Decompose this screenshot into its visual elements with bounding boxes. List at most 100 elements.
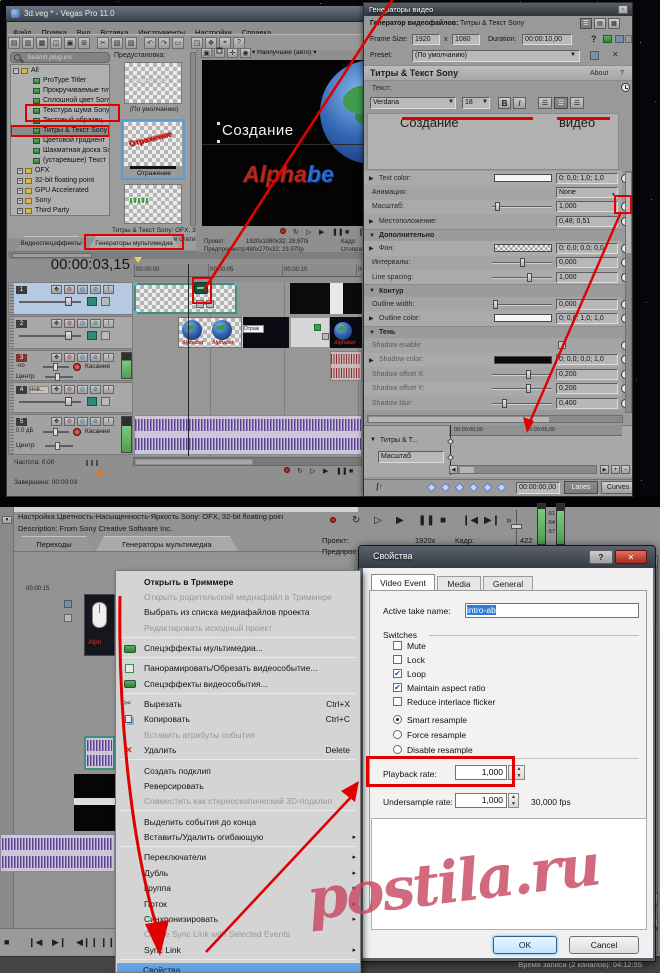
clip-fx-icon[interactable] [314,324,321,331]
record-button[interactable] [330,514,336,527]
menu-item[interactable]: Совместить как стереоскопический 3D-подк… [118,794,360,809]
property-row[interactable]: Масштаб:1,000 [364,200,622,214]
property-row[interactable]: Shadow enable: [364,338,622,352]
property-value-box[interactable]: 0; 0,0; 0,0; 1,0 [556,354,618,365]
track-compose-icon[interactable] [87,297,97,306]
play-all-button[interactable]: ▷ [374,514,382,527]
tree-expander[interactable]: + [17,198,23,204]
track-button[interactable]: ✥ [51,285,62,294]
timeline-ruler[interactable]: 00:00:0000:00:0500:00:1000:00:15 [133,264,362,277]
radio-smart-resample[interactable] [393,715,402,724]
track-button[interactable]: ⊘ [90,353,101,362]
loop-button[interactable]: ↻ [297,467,303,477]
panel-dropdown-button[interactable]: ▼ [2,516,12,524]
track-header[interactable]: 2✥⚙◎⊘! [8,316,133,349]
tree-item[interactable]: Тестовый образец [11,116,109,126]
pan-slider-handle[interactable] [53,428,58,436]
menu-item[interactable]: ✕УдалитьDelete [118,743,360,758]
kf-subtrack-label-box[interactable]: Масштаб [378,451,444,463]
event-icon-small[interactable] [206,300,214,308]
tab-video-fx[interactable]: Видеоспецэффекты [16,236,86,250]
knob-icon[interactable] [73,363,81,371]
track-header[interactable]: 3✥⚙◎⊘!-ооКасание▾Центр [8,350,133,381]
stop-button[interactable]: ■ [4,936,9,948]
toolbar-icon[interactable]: ▧ [111,37,123,49]
pause-button[interactable]: ❚❚ [336,467,348,477]
event-mini-icon[interactable] [64,600,72,608]
record-button[interactable] [280,228,286,238]
keyframe-nav-button[interactable] [427,483,437,493]
track-button[interactable]: ! [103,285,114,294]
preview-quality-dropdown[interactable]: ▾ Наилучшее (авто) ▾ [252,48,317,56]
menu-item[interactable]: ✂ВырезатьCtrl+X [118,697,360,712]
track-header[interactable]: 4✥⚙◎⊘!инв... [8,382,133,413]
black-clip[interactable] [74,774,115,798]
track-drag-handle[interactable] [9,415,14,454]
clip-handle-dot[interactable] [134,283,137,286]
property-row[interactable]: Интервалы:0,000 [364,256,622,270]
track-level-slider-handle[interactable] [65,331,72,340]
kf-zoom-out-button[interactable]: − [621,465,630,474]
menu-item[interactable]: Спецэффекты мультимедиа... [118,641,360,656]
lanes-button[interactable]: Lanes [564,481,598,494]
bold-button[interactable]: B [498,97,511,109]
property-value-box[interactable]: 0,000 [556,257,618,268]
kf-track-expander[interactable]: ▼ [370,437,376,443]
keyframe-nav-button[interactable] [441,483,451,493]
undersample-rate-input[interactable]: 1,000 [455,793,507,808]
track-button[interactable]: ⚙ [64,285,75,294]
clip-handle-dot[interactable] [134,311,137,314]
slider-handle[interactable] [502,399,507,408]
tree-item[interactable]: −All [11,66,109,76]
property-value-box[interactable]: 0,400 [556,398,618,409]
pause-button[interactable]: ❚❚ [418,514,435,527]
tree-item[interactable]: Титры & Текст Sony [11,126,109,136]
track-button[interactable]: ✥ [51,319,62,328]
track-drag-handle[interactable] [9,317,14,348]
track-button[interactable]: ◎ [77,385,88,394]
track-button[interactable]: ! [103,319,114,328]
track-compose-icon[interactable] [87,397,97,406]
go-end-button[interactable]: ▶❙ [484,514,500,527]
toolbar-icon[interactable]: ⊞ [78,37,90,49]
menu-item[interactable]: Открыть родительский медиафайл в Триммер… [118,589,360,604]
playback-rate-spinner[interactable]: ▲▲▼▼ [508,765,525,780]
stop-button[interactable]: ■ [349,467,353,477]
tree-folder[interactable]: +OFX [11,166,109,176]
tree-item[interactable]: Сплошной цвет Sony [11,96,109,106]
property-value-box[interactable]: 0; 0,0; 1,0; 1,0 [556,313,618,324]
preview-fader-handle[interactable] [511,524,522,529]
event-icon-small[interactable] [196,300,204,308]
track-button[interactable]: ✥ [51,385,62,394]
preview-toolbar-icon[interactable]: ▣ [201,48,212,58]
toolbar-icon[interactable]: ▣ [64,37,76,49]
pause-button[interactable]: ❚❚ [332,228,344,238]
play-all-button[interactable]: ▷ [310,467,315,477]
slider-handle[interactable] [495,202,500,211]
step-back-button[interactable]: ◀❙❙ [76,936,98,948]
keyframe-nav-button[interactable] [497,483,507,493]
section-collapse-icon[interactable]: ▼ [369,288,375,294]
menu-item[interactable]: Реверсировать [118,778,360,793]
save-icon[interactable] [615,35,624,43]
menu-item[interactable]: Sync Link▸ [118,942,360,957]
text-handle[interactable] [217,140,220,143]
checkbox-loop[interactable]: ✔ [393,669,402,678]
kf-scroll-right-button[interactable]: ▶ [600,465,609,474]
track-button[interactable]: ◎ [77,319,88,328]
align-left-button[interactable]: ☰ [538,97,552,109]
italic-button[interactable]: I [513,97,526,109]
section-collapse-icon[interactable]: ▼ [369,233,375,239]
property-section-header[interactable]: ▼Тень [364,326,622,339]
track-button[interactable]: ✥ [51,417,62,426]
view-grid-button[interactable]: ▤ [594,18,606,29]
align-center-button[interactable]: ☰ [554,97,568,109]
sync-cursor-icon[interactable]: ʃ↑ [376,482,383,491]
property-section-header[interactable]: ▼Дополнительно [364,229,622,242]
checkbox-reduce-interlace-flicker[interactable] [393,697,402,706]
toolbar-icon[interactable]: ▭ [172,37,184,49]
cancel-button[interactable]: Cancel [569,936,639,954]
slider-track[interactable] [492,403,552,405]
checkbox-lock[interactable] [393,655,402,664]
track-button[interactable]: ! [103,353,114,362]
